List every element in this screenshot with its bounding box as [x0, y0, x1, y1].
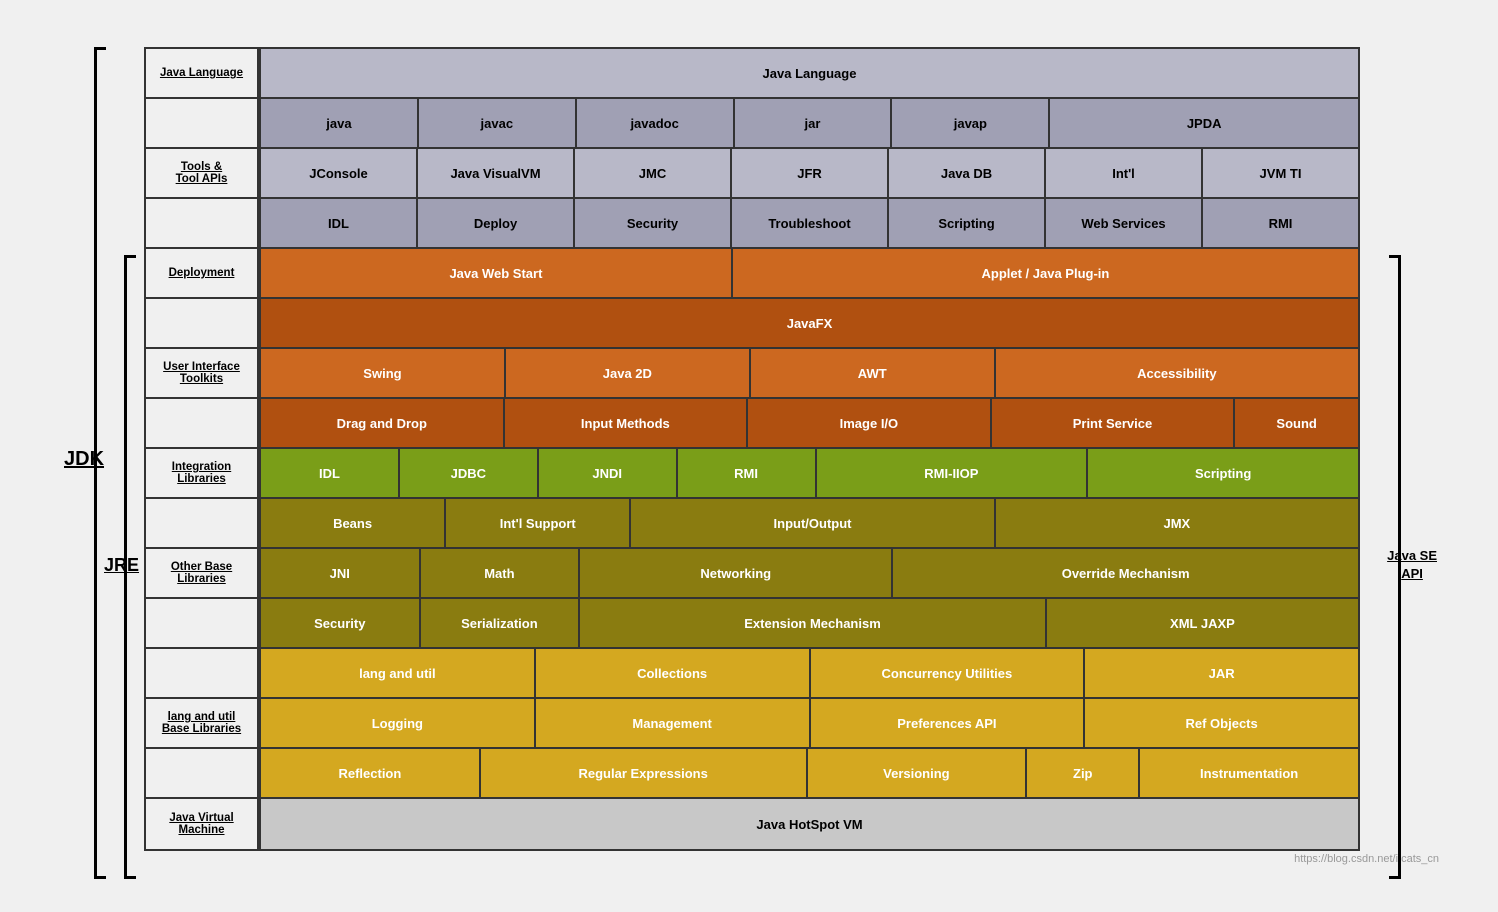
cell: AWT [751, 349, 996, 397]
row-label-text: Tools &Tool APIs [176, 161, 228, 185]
grid-row: lang and utilCollectionsConcurrency Util… [261, 649, 1358, 699]
cell: Deploy [418, 199, 575, 247]
cell: JMC [575, 149, 732, 197]
cell: JMX [996, 499, 1358, 547]
cell: Serialization [421, 599, 581, 647]
cell: RMI-IIOP [817, 449, 1089, 497]
row-label-text: Deployment [169, 267, 235, 279]
java-se-api-text: Java SEAPI [1387, 547, 1437, 583]
row-label-text: Java Virtual Machine [149, 812, 254, 836]
cell: Concurrency Utilities [811, 649, 1086, 697]
cell: javap [892, 99, 1050, 147]
cell: Java Language [261, 49, 1358, 97]
grid-row: javajavacjavadocjarjavapJPDA [261, 99, 1358, 149]
cell: Ref Objects [1085, 699, 1358, 747]
grid-row: JConsoleJava VisualVMJMCJFRJava DBInt'lJ… [261, 149, 1358, 199]
cell: Input/Output [631, 499, 995, 547]
cell: Networking [580, 549, 893, 597]
cell: JavaFX [261, 299, 1358, 347]
cell: Web Services [1046, 199, 1203, 247]
cell: XML JAXP [1047, 599, 1358, 647]
cell: IDL [261, 199, 418, 247]
grid-row: Java Web StartApplet / Java Plug-in [261, 249, 1358, 299]
cell: Security [575, 199, 732, 247]
row-label-text: User InterfaceToolkits [163, 361, 240, 385]
grid-row: IDLJDBCJNDIRMIRMI-IIOPScripting [261, 449, 1358, 499]
grid-row: BeansInt'l SupportInput/OutputJMX [261, 499, 1358, 549]
cell: Management [536, 699, 811, 747]
cell: Applet / Java Plug-in [733, 249, 1358, 297]
cell: java [261, 99, 419, 147]
cell: IDL [261, 449, 400, 497]
cell: Scripting [1088, 449, 1358, 497]
cell: Override Mechanism [893, 549, 1358, 597]
cell: Java Web Start [261, 249, 733, 297]
grid-row: SecuritySerializationExtension Mechanism… [261, 599, 1358, 649]
cell: Java DB [889, 149, 1046, 197]
cell: javadoc [577, 99, 735, 147]
content-grid: Java LanguagejavajavacjavadocjarjavapJPD… [259, 47, 1360, 851]
cell: JDBC [400, 449, 539, 497]
cell: Drag and Drop [261, 399, 505, 447]
cell: Security [261, 599, 421, 647]
row-label-text: IntegrationLibraries [172, 461, 231, 485]
grid-row: JNIMathNetworkingOverride Mechanism [261, 549, 1358, 599]
cell: Reflection [261, 749, 481, 797]
cell: Versioning [808, 749, 1028, 797]
cell: RMI [1203, 199, 1358, 247]
cell: Zip [1027, 749, 1140, 797]
grid-row: Java Language [261, 49, 1358, 99]
cell: Logging [261, 699, 536, 747]
cell: JAR [1085, 649, 1358, 697]
cell: Preferences API [811, 699, 1086, 747]
cell: JVM TI [1203, 149, 1358, 197]
cell: JConsole [261, 149, 418, 197]
watermark: https://blog.csdn.net/itcats_cn [59, 853, 1439, 865]
cell: JNI [261, 549, 421, 597]
cell: jar [735, 99, 893, 147]
cell: JPDA [1050, 99, 1358, 147]
row-label-text: Java Language [160, 67, 243, 79]
cell: Accessibility [996, 349, 1358, 397]
grid-row: JavaFX [261, 299, 1358, 349]
cell: Sound [1235, 399, 1358, 447]
cell: RMI [678, 449, 817, 497]
cell: Image I/O [748, 399, 992, 447]
cell: Input Methods [505, 399, 749, 447]
row-label-text: lang and utilBase Libraries [162, 711, 241, 735]
row-label-text: Other BaseLibraries [171, 561, 232, 585]
cell: Troubleshoot [732, 199, 889, 247]
grid-row: ReflectionRegular ExpressionsVersioningZ… [261, 749, 1358, 799]
cell: Instrumentation [1140, 749, 1358, 797]
cell: Collections [536, 649, 811, 697]
cell: Java 2D [506, 349, 751, 397]
cell: Regular Expressions [481, 749, 808, 797]
cell: Extension Mechanism [580, 599, 1047, 647]
cell: JFR [732, 149, 889, 197]
cell: Int'l Support [446, 499, 631, 547]
grid-row: LoggingManagementPreferences APIRef Obje… [261, 699, 1358, 749]
row-labels-col: Java Language Tools &Tool APIs Deployment U… [144, 47, 259, 851]
cell: javac [419, 99, 577, 147]
cell: JNDI [539, 449, 678, 497]
cell: Int'l [1046, 149, 1203, 197]
cell: Scripting [889, 199, 1046, 247]
grid-row: Java HotSpot VM [261, 799, 1358, 849]
cell: Print Service [992, 399, 1236, 447]
diagram-wrapper: JDKJRE Java LanguageTools &Tool APIsDepl… [59, 47, 1439, 865]
cell: Math [421, 549, 581, 597]
cell: Java HotSpot VM [261, 799, 1358, 849]
grid-row: IDLDeploySecurityTroubleshootScriptingWe… [261, 199, 1358, 249]
cell: Swing [261, 349, 506, 397]
cell: Beans [261, 499, 446, 547]
cell: Java VisualVM [418, 149, 575, 197]
grid-row: SwingJava 2DAWTAccessibility [261, 349, 1358, 399]
cell: lang and util [261, 649, 536, 697]
grid-row: Drag and DropInput MethodsImage I/OPrint… [261, 399, 1358, 449]
